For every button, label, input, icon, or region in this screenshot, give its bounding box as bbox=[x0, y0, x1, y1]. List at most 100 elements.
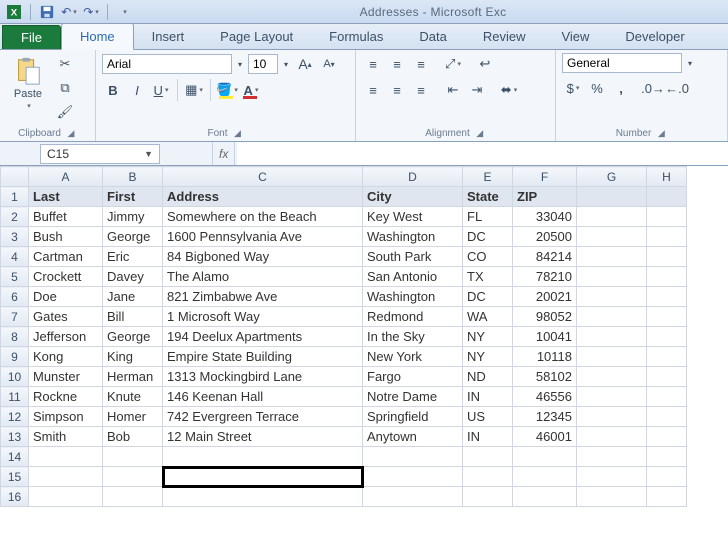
row-header-15[interactable]: 15 bbox=[1, 467, 29, 487]
cell-C2[interactable]: Somewhere on the Beach bbox=[163, 207, 363, 227]
cell-D5[interactable]: San Antonio bbox=[363, 267, 463, 287]
row-header-10[interactable]: 10 bbox=[1, 367, 29, 387]
col-header-B[interactable]: B bbox=[103, 167, 163, 187]
cell-B11[interactable]: Knute bbox=[103, 387, 163, 407]
copy-icon[interactable]: ⧉ bbox=[54, 77, 76, 99]
decrease-indent-icon[interactable]: ⇤ bbox=[442, 79, 464, 101]
cell-C7[interactable]: 1 Microsoft Way bbox=[163, 307, 363, 327]
save-icon[interactable] bbox=[39, 4, 55, 20]
cell-E16[interactable] bbox=[463, 487, 513, 507]
tab-review[interactable]: Review bbox=[465, 24, 544, 49]
cell-G3[interactable] bbox=[577, 227, 647, 247]
row-header-8[interactable]: 8 bbox=[1, 327, 29, 347]
align-bottom-icon[interactable]: ≡ bbox=[410, 53, 432, 75]
insert-function-button[interactable]: fx bbox=[212, 142, 235, 165]
alignment-dialog-launcher[interactable]: ◢ bbox=[474, 127, 486, 139]
tab-data[interactable]: Data bbox=[401, 24, 464, 49]
cell-D13[interactable]: Anytown bbox=[363, 427, 463, 447]
cell-D12[interactable]: Springfield bbox=[363, 407, 463, 427]
cell-G5[interactable] bbox=[577, 267, 647, 287]
font-name-dropdown-icon[interactable]: ▾ bbox=[234, 59, 246, 70]
cell-H7[interactable] bbox=[647, 307, 687, 327]
name-box[interactable]: C15 ▼ bbox=[40, 144, 160, 164]
cell-C5[interactable]: The Alamo bbox=[163, 267, 363, 287]
cell-H1[interactable] bbox=[647, 187, 687, 207]
percent-format-icon[interactable]: % bbox=[586, 77, 608, 99]
cell-H11[interactable] bbox=[647, 387, 687, 407]
tab-insert[interactable]: Insert bbox=[134, 24, 203, 49]
cell-A6[interactable]: Doe bbox=[29, 287, 103, 307]
cell-H5[interactable] bbox=[647, 267, 687, 287]
cell-G9[interactable] bbox=[577, 347, 647, 367]
cell-E13[interactable]: IN bbox=[463, 427, 513, 447]
cell-A7[interactable]: Gates bbox=[29, 307, 103, 327]
font-color-button[interactable]: A bbox=[240, 79, 262, 101]
grow-font-icon[interactable]: A▴ bbox=[294, 53, 316, 75]
cell-C6[interactable]: 821 Zimbabwe Ave bbox=[163, 287, 363, 307]
number-format-select[interactable] bbox=[562, 53, 682, 73]
decrease-decimal-icon[interactable]: ←.0 bbox=[666, 77, 688, 99]
formula-input[interactable] bbox=[237, 142, 728, 165]
cell-B5[interactable]: Davey bbox=[103, 267, 163, 287]
cell-F4[interactable]: 84214 bbox=[513, 247, 577, 267]
col-header-C[interactable]: C bbox=[163, 167, 363, 187]
cell-B15[interactable] bbox=[103, 467, 163, 487]
cell-E15[interactable] bbox=[463, 467, 513, 487]
cell-D10[interactable]: Fargo bbox=[363, 367, 463, 387]
cell-G15[interactable] bbox=[577, 467, 647, 487]
cell-G16[interactable] bbox=[577, 487, 647, 507]
cell-B9[interactable]: King bbox=[103, 347, 163, 367]
col-header-D[interactable]: D bbox=[363, 167, 463, 187]
cell-E1[interactable]: State bbox=[463, 187, 513, 207]
cell-A1[interactable]: Last bbox=[29, 187, 103, 207]
col-header-H[interactable]: H bbox=[647, 167, 687, 187]
cell-B3[interactable]: George bbox=[103, 227, 163, 247]
tab-page-layout[interactable]: Page Layout bbox=[202, 24, 311, 49]
row-header-16[interactable]: 16 bbox=[1, 487, 29, 507]
cell-B6[interactable]: Jane bbox=[103, 287, 163, 307]
cell-B14[interactable] bbox=[103, 447, 163, 467]
italic-button[interactable]: I bbox=[126, 79, 148, 101]
cell-G6[interactable] bbox=[577, 287, 647, 307]
row-header-4[interactable]: 4 bbox=[1, 247, 29, 267]
cell-G10[interactable] bbox=[577, 367, 647, 387]
cell-A12[interactable]: Simpson bbox=[29, 407, 103, 427]
cell-H8[interactable] bbox=[647, 327, 687, 347]
cell-H2[interactable] bbox=[647, 207, 687, 227]
row-header-12[interactable]: 12 bbox=[1, 407, 29, 427]
row-header-14[interactable]: 14 bbox=[1, 447, 29, 467]
row-header-11[interactable]: 11 bbox=[1, 387, 29, 407]
paste-button[interactable]: Paste bbox=[6, 53, 50, 113]
cell-B2[interactable]: Jimmy bbox=[103, 207, 163, 227]
row-header-9[interactable]: 9 bbox=[1, 347, 29, 367]
name-box-dropdown-icon[interactable]: ▼ bbox=[144, 149, 153, 159]
tab-view[interactable]: View bbox=[543, 24, 607, 49]
cell-D1[interactable]: City bbox=[363, 187, 463, 207]
cell-F10[interactable]: 58102 bbox=[513, 367, 577, 387]
cell-F9[interactable]: 10118 bbox=[513, 347, 577, 367]
row-header-3[interactable]: 3 bbox=[1, 227, 29, 247]
increase-decimal-icon[interactable]: .0→ bbox=[642, 77, 664, 99]
cell-F11[interactable]: 46556 bbox=[513, 387, 577, 407]
cell-C11[interactable]: 146 Keenan Hall bbox=[163, 387, 363, 407]
cell-C1[interactable]: Address bbox=[163, 187, 363, 207]
cell-G1[interactable] bbox=[577, 187, 647, 207]
comma-format-icon[interactable]: , bbox=[610, 77, 632, 99]
bold-button[interactable]: B bbox=[102, 79, 124, 101]
col-header-E[interactable]: E bbox=[463, 167, 513, 187]
border-button[interactable]: ▦ bbox=[183, 79, 205, 101]
tab-file[interactable]: File bbox=[2, 25, 61, 49]
align-left-icon[interactable]: ≡ bbox=[362, 79, 384, 101]
cell-F3[interactable]: 20500 bbox=[513, 227, 577, 247]
orientation-icon[interactable]: ⤢ bbox=[442, 53, 464, 75]
cell-E6[interactable]: DC bbox=[463, 287, 513, 307]
cell-H9[interactable] bbox=[647, 347, 687, 367]
row-header-2[interactable]: 2 bbox=[1, 207, 29, 227]
cell-F7[interactable]: 98052 bbox=[513, 307, 577, 327]
cell-H10[interactable] bbox=[647, 367, 687, 387]
select-all-corner[interactable] bbox=[1, 167, 29, 187]
format-painter-icon[interactable]: 🖌 bbox=[54, 101, 76, 123]
cell-F12[interactable]: 12345 bbox=[513, 407, 577, 427]
cell-F13[interactable]: 46001 bbox=[513, 427, 577, 447]
cell-A10[interactable]: Munster bbox=[29, 367, 103, 387]
